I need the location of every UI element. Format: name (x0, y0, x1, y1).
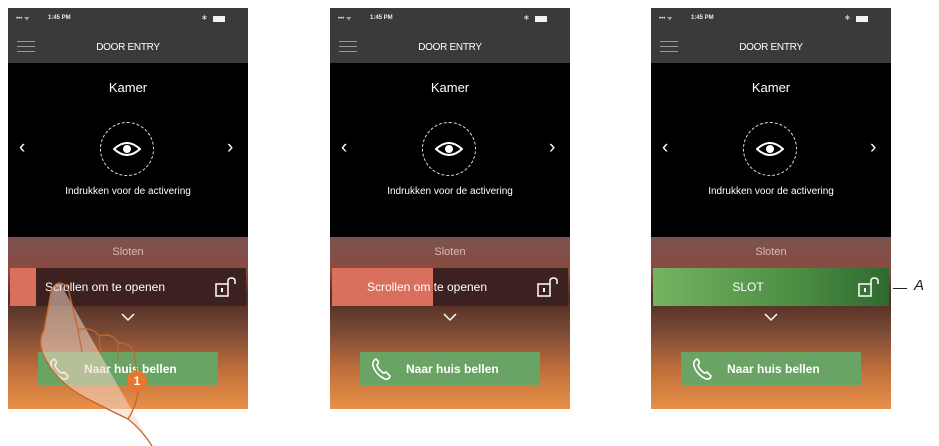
callout-label: A (914, 277, 925, 294)
step-badge: 1 (127, 371, 147, 391)
callout-line (893, 288, 907, 289)
